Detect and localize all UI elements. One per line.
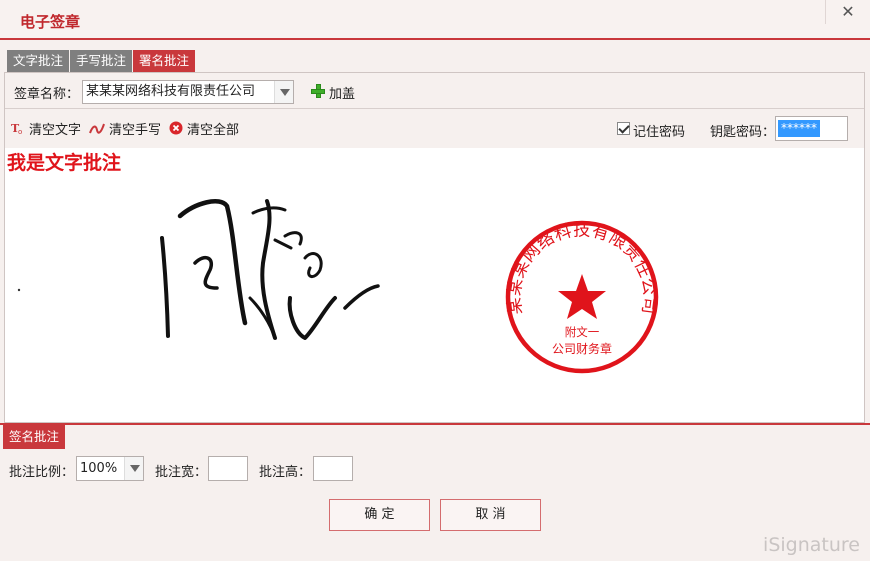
clear-handwriting-label: 清空手写 — [109, 122, 162, 138]
handwritten-signature — [160, 199, 380, 340]
signature-panel: 签章名称： 某某某网络科技有限责任公司 加盖 T o 清空文字 清空手写 清空全… — [4, 72, 865, 423]
clear-handwriting-button[interactable]: 清空手写 — [89, 119, 162, 138]
scale-select[interactable]: 100% — [76, 456, 144, 481]
close-button[interactable]: ✕ — [825, 0, 870, 24]
clear-all-label: 清空全部 — [187, 122, 240, 138]
remember-password-label: 记住密码 — [633, 125, 686, 140]
tab-text-annotation[interactable]: 文字批注 — [7, 50, 70, 72]
key-password-label: 钥匙密码： — [710, 125, 776, 140]
brand-watermark: iSignature — [763, 534, 860, 556]
tab-signature-annotation[interactable]: 署名批注 — [133, 50, 196, 72]
seal-line-1: 附文一 — [565, 325, 600, 339]
scale-label: 批注比例： — [9, 465, 75, 480]
plus-icon[interactable] — [311, 84, 325, 98]
cancel-button[interactable]: 取 消 — [440, 499, 541, 531]
star-icon — [558, 274, 606, 319]
toolbar: T o 清空文字 清空手写 清空全部 记住密码 钥匙密码： ****** — [5, 109, 864, 149]
annotation-height-input[interactable] — [313, 456, 353, 481]
window-title: 电子签章 — [20, 13, 81, 31]
annotation-tabs: 文字批注 手写批注 署名批注 — [7, 50, 196, 72]
seal-line-2: 公司财务章 — [552, 341, 612, 356]
add-seal-button[interactable]: 加盖 — [329, 83, 355, 102]
seal-name-select[interactable]: 某某某网络科技有限责任公司 — [82, 80, 294, 104]
company-seal[interactable]: 某某某网络科技有限责任公司 附文一 公司财务章 — [502, 217, 662, 377]
section-divider — [0, 423, 870, 425]
tab-handwriting-annotation[interactable]: 手写批注 — [70, 50, 133, 72]
height-label: 批注高： — [259, 465, 312, 480]
scale-value: 100% — [80, 461, 118, 476]
seal-name-value: 某某某网络科技有限责任公司 — [86, 84, 256, 99]
clear-text-icon: T o — [11, 122, 22, 135]
ok-button[interactable]: 确 定 — [329, 499, 430, 531]
clear-all-icon — [169, 121, 183, 135]
clear-handwriting-icon — [89, 123, 105, 134]
clear-text-button[interactable]: T o 清空文字 — [11, 119, 82, 138]
close-icon[interactable]: ✕ — [841, 2, 854, 21]
key-password-value: ****** — [778, 120, 820, 137]
chevron-down-icon[interactable] — [124, 457, 143, 480]
key-password-input[interactable]: ****** — [775, 116, 848, 141]
title-bar: 电子签章 ✕ — [0, 0, 870, 40]
width-label: 批注宽： — [155, 465, 208, 480]
remember-password-checkbox[interactable] — [617, 122, 630, 135]
section-tab-signature: 签名批注 — [3, 425, 66, 449]
chevron-down-icon[interactable] — [274, 81, 293, 103]
handwriting-layer — [17, 199, 380, 340]
seal-select-row: 签章名称： 某某某网络科技有限责任公司 加盖 — [5, 73, 864, 109]
clear-text-label: 清空文字 — [29, 122, 82, 138]
ink-dot — [17, 288, 21, 292]
clear-all-button[interactable]: 清空全部 — [169, 119, 240, 138]
signature-canvas[interactable]: 我是文字批注 某某某网络科技有限责任公司 附文一 公司财务章 — [5, 148, 864, 422]
svg-text:o: o — [18, 128, 22, 135]
seal-name-label: 签章名称： — [14, 87, 80, 102]
annotation-width-input[interactable] — [208, 456, 248, 481]
